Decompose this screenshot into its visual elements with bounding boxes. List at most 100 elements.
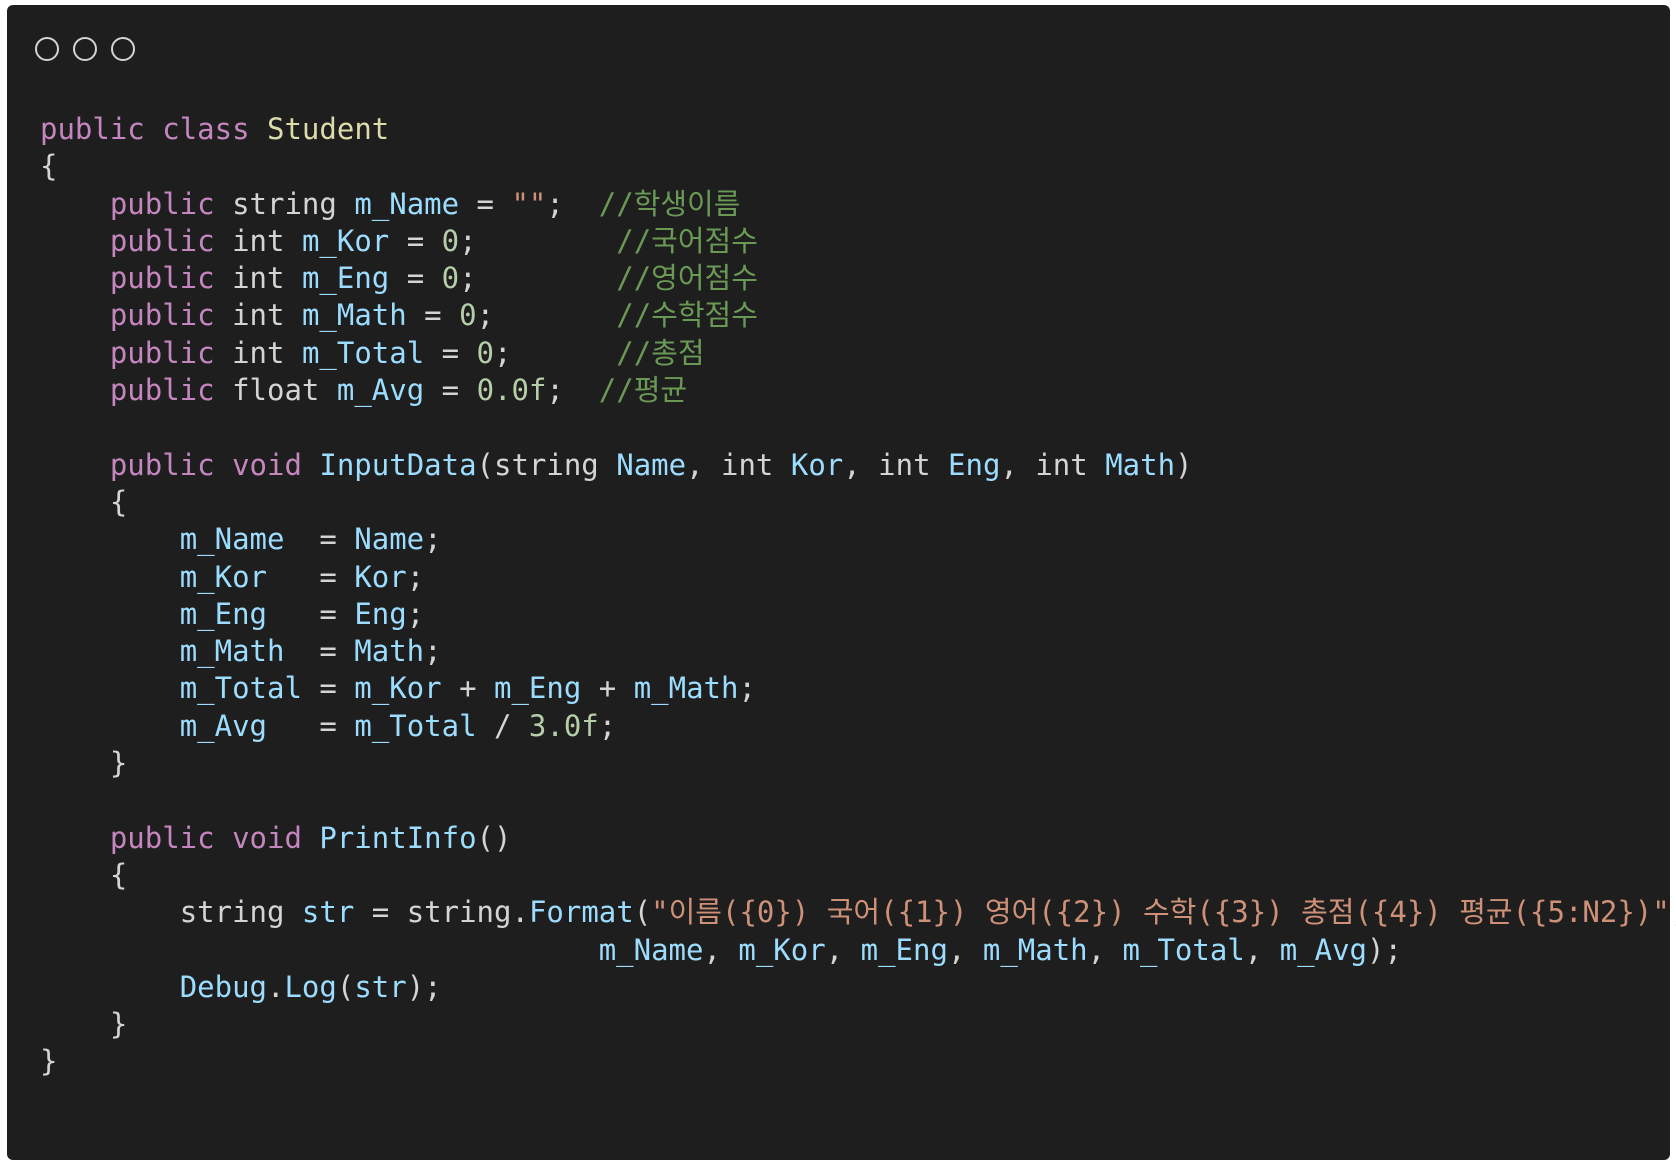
code-token-ws (1088, 448, 1105, 482)
code-token-kw: public (109, 820, 215, 855)
code-line: public float m_Avg = 0.0f; //평균 (40, 372, 1676, 409)
code-token-var: Eng (354, 596, 407, 631)
code-token-pun: , (1000, 447, 1036, 482)
code-token-pun: = (267, 708, 355, 743)
code-token-kw: public (109, 186, 215, 221)
code-token-pun: / (476, 708, 529, 743)
code-token-kw: public (109, 373, 215, 408)
code-token-ws (40, 895, 180, 929)
maximize-circle-icon[interactable] (111, 37, 135, 61)
code-token-ws (40, 709, 180, 743)
code-token-pun: ( (476, 447, 494, 482)
code-token-kw: public (109, 298, 215, 333)
code-token-pun: = (354, 895, 407, 930)
code-token-ws (215, 261, 232, 295)
code-token-pun: ; (598, 708, 617, 743)
code-token-pun: ; (494, 335, 512, 370)
code-token-kw: void (232, 447, 302, 482)
code-line: m_Eng = Eng; (40, 596, 1676, 633)
code-token-type: int (232, 223, 285, 258)
code-line: public int m_Eng = 0; //영어점수 (40, 260, 1676, 297)
code-token-pun: ; (738, 671, 756, 706)
code-token-type: int (1035, 447, 1088, 482)
code-token-var: m_Avg (1279, 932, 1367, 967)
code-token-pun: ; (424, 522, 442, 557)
code-token-var: m_Kor (354, 671, 442, 706)
code-token-pun: ; (476, 298, 495, 333)
code-token-pun: ); (406, 969, 442, 1004)
code-token-str: "이름({0}) 국어({1}) 영어({2}) 수학({3}) 총점({4})… (651, 895, 1670, 930)
code-token-cmt: //학생이름 (598, 186, 741, 221)
code-token-ws (40, 671, 180, 705)
code-token-kw: public (109, 223, 215, 258)
code-token-type: string (494, 447, 599, 482)
code-token-var: m_Kor (179, 559, 267, 594)
code-token-ws (40, 261, 110, 295)
code-token-type: int (232, 298, 285, 333)
code-token-var: Math (1105, 447, 1176, 482)
code-line: m_Name, m_Kor, m_Eng, m_Math, m_Total, m… (40, 932, 1676, 969)
code-token-ws (773, 448, 790, 482)
code-token-ws (250, 112, 267, 146)
code-token-ws (145, 112, 162, 146)
code-token-pun: = (284, 522, 355, 557)
code-token-pun: = (389, 223, 442, 258)
code-token-num: 0 (476, 335, 495, 370)
code-token-pun: , (1244, 932, 1280, 967)
code-token-var: m_Total (354, 708, 477, 743)
code-token-var: Name (354, 522, 425, 557)
code-token-pun: ( (336, 969, 355, 1004)
code-token-pun: ( (633, 895, 652, 930)
code-line: { (40, 857, 1676, 894)
code-token-var: m_Math (633, 671, 739, 706)
code-token-var: Kor (354, 559, 407, 594)
code-token-type: float (232, 373, 320, 408)
code-line: { (40, 148, 1676, 185)
code-line: m_Math = Math; (40, 633, 1676, 670)
code-token-ws (477, 261, 617, 295)
code-token-type: string (179, 895, 285, 930)
code-token-num: 0.0f (476, 373, 547, 408)
code-token-ws (931, 448, 948, 482)
code-token-pun: , (843, 447, 879, 482)
code-token-pun: = (424, 335, 477, 370)
minimize-circle-icon[interactable] (73, 37, 97, 61)
code-token-ws (477, 224, 617, 258)
code-token-pun: } (109, 1007, 128, 1042)
close-circle-icon[interactable] (35, 37, 59, 61)
code-token-pun: = (284, 634, 355, 669)
code-token-pun: , (703, 932, 739, 967)
code-token-ws (215, 224, 232, 258)
code-line: Debug.Log(str); (40, 969, 1676, 1006)
code-token-pun: } (40, 1044, 58, 1079)
code-token-cmt: //국어점수 (616, 223, 758, 258)
code-token-ws (40, 522, 180, 556)
code-token-type: int (878, 447, 931, 482)
code-line: public class Student (40, 111, 1676, 148)
code-token-pun: . (267, 969, 285, 1004)
code-token-cmt: //평균 (598, 373, 688, 408)
code-token-cmt: //총점 (616, 335, 705, 370)
code-token-pun: ; (459, 223, 477, 258)
code-token-var: m_Eng (494, 671, 582, 706)
code-token-cmt: //영어점수 (616, 261, 758, 296)
code-block: public class Student{ public string m_Na… (40, 111, 1676, 1081)
code-token-pun: , (1087, 932, 1123, 967)
code-token-ws (40, 448, 110, 482)
code-token-kw: public (109, 261, 215, 296)
code-line: } (40, 1043, 1676, 1080)
code-token-pun: = (267, 596, 355, 631)
code-token-pun: ; (546, 186, 564, 221)
code-token-num: 0 (441, 223, 460, 258)
code-token-pun: . (511, 895, 529, 930)
code-token-pun: = (267, 559, 355, 594)
code-line: m_Total = m_Kor + m_Eng + m_Math; (40, 670, 1676, 707)
code-token-pun: } (109, 746, 128, 781)
code-token-ws (564, 373, 599, 407)
code-line: } (40, 745, 1676, 782)
code-token-ws (40, 858, 110, 892)
code-line: public int m_Math = 0; //수학점수 (40, 297, 1676, 334)
code-token-pun: ; (406, 596, 425, 631)
code-token-ws (284, 224, 301, 258)
code-line: m_Kor = Kor; (40, 559, 1676, 596)
